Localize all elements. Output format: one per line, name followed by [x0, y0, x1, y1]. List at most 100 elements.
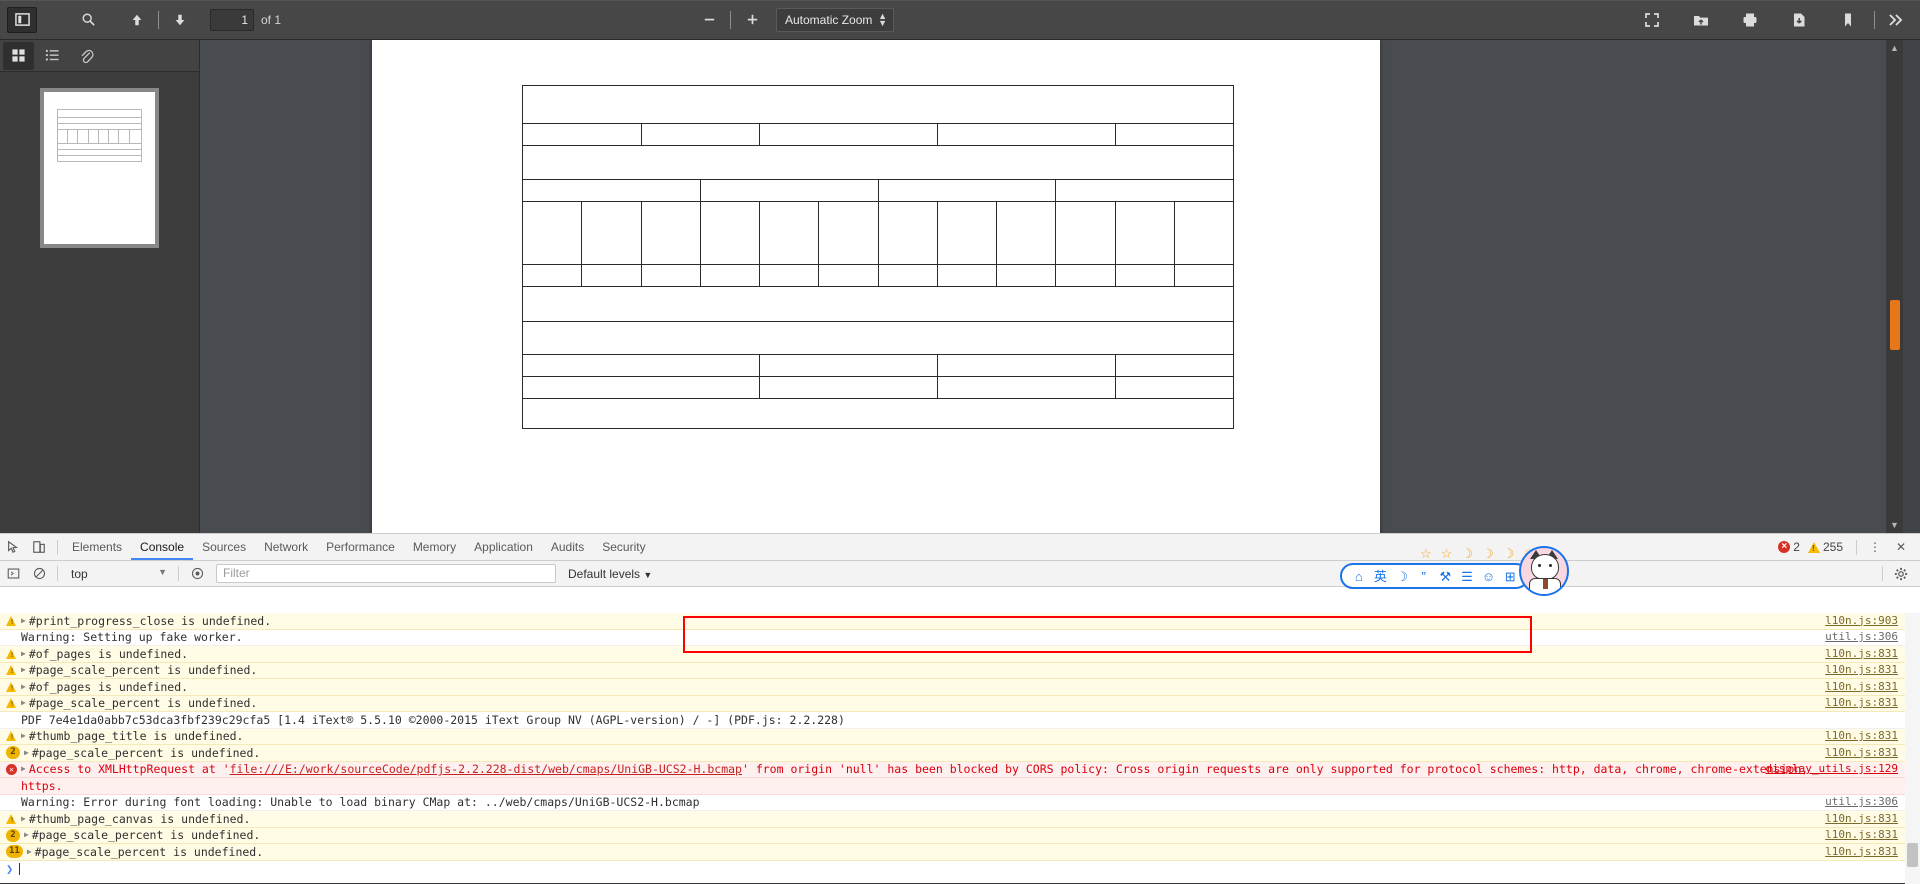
device-toolbar-button[interactable] — [26, 535, 52, 559]
console-message-source-link[interactable]: l10n.js:831 — [1825, 679, 1898, 696]
console-message-warning[interactable]: ▶#page_scale_percent is undefined. l10n.j… — [0, 695, 1920, 712]
gear-icon[interactable] — [1888, 562, 1914, 586]
disclosure-triangle-icon[interactable]: ▶ — [21, 761, 26, 778]
console-message-warning[interactable]: ▶#thumb_page_title is undefined. l10n.js:… — [0, 728, 1920, 745]
warning-icon — [6, 698, 17, 709]
console-message-warning[interactable]: ▶#of_pages is undefined. l10n.js:831 — [0, 646, 1920, 663]
tab-audits[interactable]: Audits — [542, 534, 593, 560]
disclosure-triangle-icon[interactable]: ▶ — [21, 613, 26, 629]
clear-console-icon[interactable] — [26, 562, 52, 586]
console-message-source-link[interactable]: l10n.js:831 — [1825, 811, 1898, 828]
disclosure-triangle-icon[interactable]: ▶ — [21, 695, 26, 712]
sidebar-item-attachments[interactable] — [71, 42, 102, 70]
sidebar-toggle-button[interactable] — [7, 6, 37, 33]
console-message-info[interactable]: Warning: Error during font loading: Unab… — [0, 794, 1920, 811]
log-levels-select[interactable]: Default levels ▼ — [568, 567, 652, 581]
error-count[interactable]: 2 — [1793, 540, 1800, 554]
console-message-source-link[interactable]: util.js:306 — [1825, 629, 1898, 646]
moon-icon[interactable]: ☽ — [1391, 570, 1413, 583]
console-message-source-link[interactable]: l10n.js:831 — [1825, 827, 1898, 844]
console-filter-input[interactable]: Filter — [216, 564, 556, 583]
console-message-source-link[interactable]: l10n.js:903 — [1825, 613, 1898, 629]
console-message-source-link[interactable]: l10n.js:831 — [1825, 844, 1898, 861]
tab-sources[interactable]: Sources — [193, 534, 255, 560]
zoom-out-button[interactable] — [694, 7, 724, 33]
devtools-tabs: Elements Console Sources Network Perform… — [63, 534, 655, 560]
console-message-warning[interactable]: ▶#thumb_page_canvas is undefined. l10n.js… — [0, 811, 1920, 828]
disclosure-triangle-icon[interactable]: ▶ — [21, 728, 26, 745]
tab-network[interactable]: Network — [255, 534, 317, 560]
console-message-source-link[interactable]: l10n.js:831 — [1825, 662, 1898, 679]
find-button[interactable] — [73, 7, 103, 33]
pdf-vertical-scrollbar[interactable]: ▲ ▼ — [1886, 40, 1903, 533]
console-sidebar-icon[interactable] — [0, 562, 26, 586]
zoom-select[interactable]: Automatic Zoom ▲ ▼ — [776, 7, 894, 32]
execution-context-select[interactable]: top ▼ — [63, 567, 173, 581]
ime-avatar[interactable] — [1519, 546, 1569, 596]
download-button[interactable] — [1784, 7, 1814, 33]
disclosure-triangle-icon[interactable]: ▶ — [24, 745, 29, 762]
more-options-icon[interactable]: ⋮ — [1862, 535, 1888, 559]
console-message-info[interactable]: Warning: Setting up fake worker. util.js:… — [0, 629, 1920, 646]
presentation-mode-button[interactable] — [1637, 7, 1667, 33]
console-message-warning[interactable]: 2 ▶ #page_scale_percent is undefined. l10n.… — [0, 745, 1920, 762]
console-message-warning[interactable]: ▶#print_progress_close is undefined. l10n… — [0, 613, 1920, 630]
page-number-input[interactable]: 1 — [210, 8, 254, 31]
console-message-warning[interactable]: 2 ▶ #page_scale_percent is undefined. l10n.… — [0, 827, 1920, 844]
disclosure-triangle-icon[interactable]: ▶ — [24, 827, 29, 844]
smiley-icon[interactable]: ☺ — [1478, 570, 1500, 583]
inspect-element-button[interactable] — [0, 535, 26, 559]
console-scroll-thumb[interactable] — [1907, 843, 1918, 867]
disclosure-triangle-icon[interactable]: ▶ — [21, 646, 26, 663]
zoom-in-button[interactable] — [737, 7, 767, 33]
tab-elements[interactable]: Elements — [63, 534, 131, 560]
disclosure-triangle-icon[interactable]: ▶ — [21, 679, 26, 696]
lock-icon[interactable]: ⌂ — [1348, 570, 1370, 583]
disclosure-triangle-icon[interactable]: ▶ — [27, 844, 32, 861]
secondary-toolbar-toggle[interactable] — [1881, 7, 1911, 33]
disclosure-triangle-icon[interactable]: ▶ — [21, 811, 26, 828]
scroll-down-arrow[interactable]: ▼ — [1886, 517, 1903, 533]
thumbnail-page-1[interactable] — [40, 88, 159, 248]
console-message-warning[interactable]: 11 ▶ #page_scale_percent is undefined. l10n… — [0, 844, 1920, 861]
next-page-button[interactable] — [165, 7, 195, 33]
bookmark-button[interactable] — [1833, 7, 1863, 33]
pdf-scroll-thumb[interactable] — [1890, 300, 1900, 350]
tab-security[interactable]: Security — [593, 534, 654, 560]
sidebar-item-outline[interactable] — [37, 42, 68, 70]
console-message-source-link[interactable]: l10n.js:831 — [1825, 695, 1898, 712]
console-scrollbar[interactable] — [1905, 613, 1920, 884]
warning-count[interactable]: 255 — [1823, 540, 1843, 554]
punctuation-icon[interactable]: ” — [1413, 570, 1435, 583]
console-message-source-link[interactable]: l10n.js:831 — [1825, 646, 1898, 663]
grid-icon[interactable]: ⊞ — [1499, 570, 1521, 583]
console-message-info[interactable]: PDF 7e4e1da0abb7c53dca3fbf239c29cfa5 [1.… — [0, 712, 1920, 729]
tab-memory[interactable]: Memory — [404, 534, 465, 560]
tab-performance[interactable]: Performance — [317, 534, 404, 560]
console-message-link[interactable]: file:///E:/work/sourceCode/pdfjs-2.2.228… — [230, 762, 742, 776]
tab-application[interactable]: Application — [465, 534, 542, 560]
console-message-source-link[interactable]: display_utils.js:129 — [1766, 761, 1898, 778]
tab-console[interactable]: Console — [131, 534, 194, 560]
language-mode[interactable]: 英 — [1370, 570, 1392, 583]
sidebar-item-thumbnails[interactable] — [3, 41, 34, 70]
console-message-source-link[interactable]: util.js:306 — [1825, 794, 1898, 811]
live-expression-icon[interactable] — [184, 562, 210, 586]
disclosure-triangle-icon[interactable]: ▶ — [21, 662, 26, 679]
wrench-icon[interactable]: ⚒ — [1435, 570, 1457, 583]
pdf-page-container[interactable]: ▲ ▼ — [200, 40, 1903, 533]
console-message-warning[interactable]: ▶#page_scale_percent is undefined. l10n.j… — [0, 662, 1920, 679]
console-prompt[interactable]: ❯ — [0, 861, 1920, 878]
clipboard-icon[interactable]: ☰ — [1456, 570, 1478, 583]
console-message-source-link[interactable]: l10n.js:831 — [1825, 728, 1898, 745]
print-button[interactable] — [1735, 7, 1765, 33]
scroll-up-arrow[interactable]: ▲ — [1886, 40, 1903, 56]
previous-page-button[interactable] — [122, 7, 152, 33]
console-message-warning[interactable]: ▶#of_pages is undefined. l10n.js:831 — [0, 679, 1920, 696]
open-file-button[interactable] — [1686, 7, 1716, 33]
console-message-source-link[interactable]: l10n.js:831 — [1825, 745, 1898, 762]
ime-floating-toolbar[interactable]: ⌂ 英 ☽” ⚒ ☰ ☺ ⊞ — [1340, 563, 1529, 589]
document-table — [521, 85, 1235, 429]
console-message-error[interactable]: ✕ ▶ Access to XMLHttpRequest at 'file:///E… — [0, 761, 1920, 778]
close-icon[interactable]: ✕ — [1888, 535, 1914, 559]
